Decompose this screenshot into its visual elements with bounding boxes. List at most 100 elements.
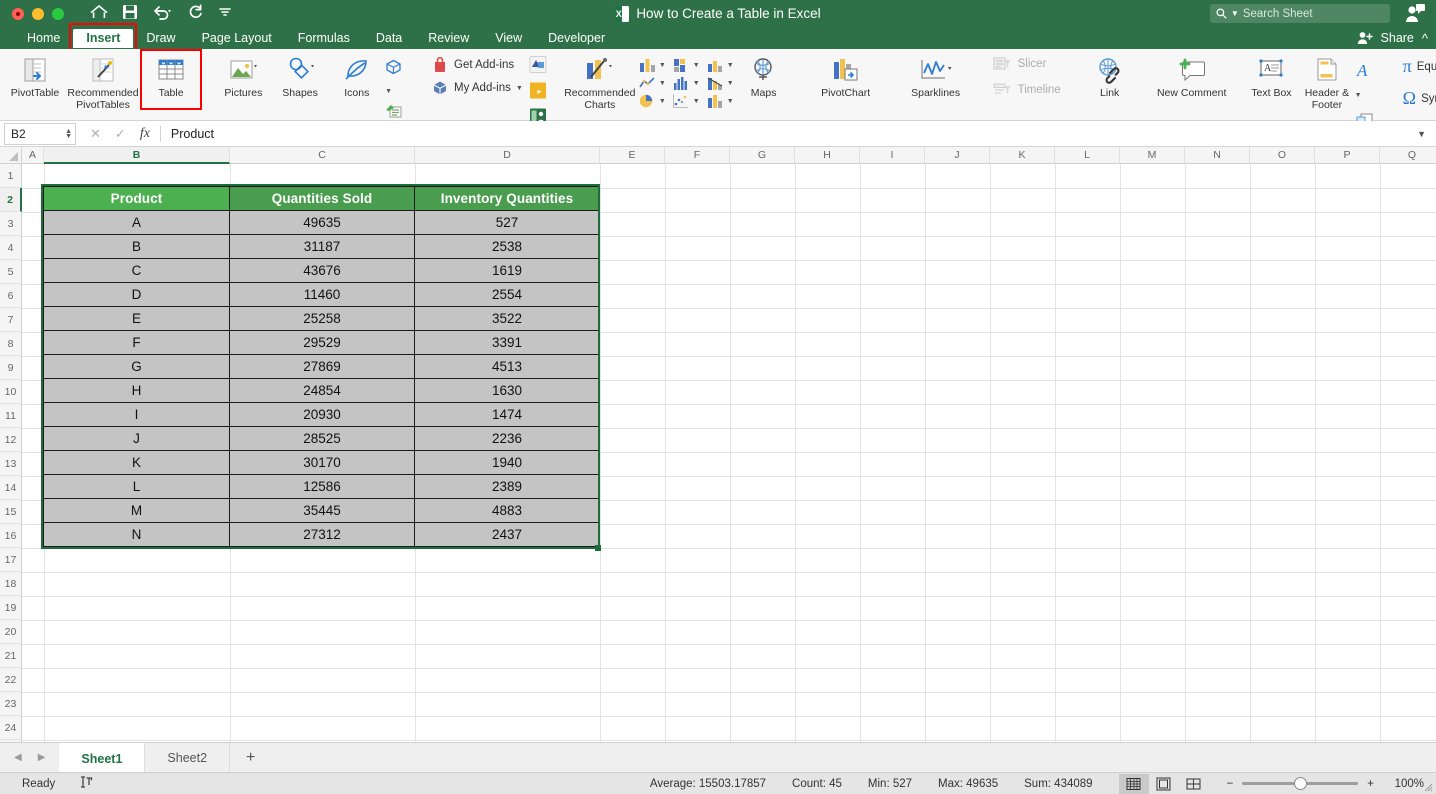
search-input[interactable] [1242,7,1384,20]
account-icon[interactable] [1404,3,1426,28]
row-header-18[interactable]: 18 [0,572,22,596]
row-header-8[interactable]: 8 [0,332,22,356]
tab-review[interactable]: Review [415,29,482,48]
row-header-6[interactable]: 6 [0,284,22,308]
header-footer-button[interactable]: Header & Footer [1299,51,1354,111]
new-comment-button[interactable]: New Comment [1154,51,1230,100]
column-header-J[interactable]: J [925,147,990,164]
tab-home[interactable]: Home [14,29,73,48]
share-label[interactable]: Share [1381,31,1414,45]
checkmark-icon[interactable]: ✓ [115,126,126,142]
accessibility-icon[interactable] [79,775,93,792]
row-header-23[interactable]: 23 [0,692,22,716]
symbol-button[interactable]: Ω Symbol [1400,87,1436,110]
pivottable-button[interactable]: PivotTable [5,51,65,100]
column-header-B[interactable]: B [44,147,230,164]
expand-formula-bar-icon[interactable]: ▼ [1417,129,1426,139]
table-cell[interactable]: A [43,210,230,235]
table-cell[interactable]: 20930 [229,402,415,427]
data-table[interactable]: Product Quantities Sold Inventory Quanti… [43,186,600,547]
name-box[interactable]: B2 ▲ ▼ [4,122,76,145]
slicer-button[interactable]: Slicer [990,55,1064,73]
timeline-button[interactable]: Timeline [990,81,1064,99]
table-cell[interactable]: 12586 [229,474,415,499]
row-header-9[interactable]: 9 [0,356,22,380]
column-header-G[interactable]: G [730,147,795,164]
window-controls[interactable] [12,7,64,20]
table-cell[interactable]: H [43,378,230,403]
column-header-P[interactable]: P [1315,147,1380,164]
previous-sheet-icon[interactable]: ◀ [14,752,22,763]
resize-grip-icon[interactable] [1423,782,1433,792]
search-chevron-down-icon[interactable]: ▼ [1231,9,1239,18]
text-box-button[interactable]: A Text Box [1244,51,1299,100]
column-header-I[interactable]: I [860,147,925,164]
table-cell[interactable]: 2236 [414,426,600,451]
chevron-down-icon[interactable]: ▼ [1355,92,1362,99]
row-header-12[interactable]: 12 [0,428,22,452]
table-cell[interactable]: 31187 [229,234,415,259]
table-cell[interactable]: 3522 [414,306,600,331]
page-layout-view-icon[interactable] [1149,774,1179,794]
table-cell[interactable]: 2538 [414,234,600,259]
3d-models-button[interactable]: ▼ [385,59,412,98]
table-cell[interactable]: 27312 [229,522,415,547]
chevron-down-icon[interactable]: ▼ [727,98,734,105]
share-area[interactable]: Share ^ [1357,27,1428,49]
waterfall-chart-button[interactable]: ▼ [672,57,700,73]
maps-button[interactable]: Maps [734,51,794,100]
chevron-down-icon[interactable]: ▼ [659,80,666,87]
scatter-chart-button[interactable]: ▼ [672,93,700,109]
stock-chart-button[interactable]: ▼ [706,75,734,91]
table-cell[interactable]: 3391 [414,330,600,355]
column-header-M[interactable]: M [1120,147,1185,164]
get-addins-button[interactable]: Get Add-ins [428,55,526,75]
column-header-K[interactable]: K [990,147,1055,164]
column-header-E[interactable]: E [600,147,665,164]
row-header-24[interactable]: 24 [0,716,22,740]
header-cell-inventory-quantities[interactable]: Inventory Quantities [414,186,600,211]
row-header-1[interactable]: 1 [0,164,22,188]
sheet-nav-arrows[interactable]: ◀ ▶ [0,743,59,772]
shapes-button[interactable]: Shapes [272,51,329,100]
redo-icon[interactable] [188,3,204,24]
customize-toolbar-icon[interactable] [218,5,232,23]
table-cell[interactable]: E [43,306,230,331]
column-header-A[interactable]: A [22,147,44,164]
header-cell-product[interactable]: Product [43,186,230,211]
chevron-down-icon[interactable]: ▼ [385,88,392,95]
table-cell[interactable]: 49635 [229,210,415,235]
minimize-window-icon[interactable] [32,7,44,20]
formula-input[interactable] [160,126,1418,141]
table-cell[interactable]: K [43,450,230,475]
table-cell[interactable]: 35445 [229,498,415,523]
table-cell[interactable]: N [43,522,230,547]
sheet-tab-sheet1[interactable]: Sheet1 [59,743,146,772]
chevron-down-icon[interactable]: ▼ [727,80,734,87]
table-cell[interactable]: 1630 [414,378,600,403]
chevron-down-icon[interactable]: ▼ [693,62,700,69]
statistic-chart-button[interactable]: ▼ [672,75,700,91]
tab-page-layout[interactable]: Page Layout [189,29,285,48]
recommended-pivottables-button[interactable]: Recommended PivotTables [65,51,141,111]
tab-developer[interactable]: Developer [535,29,618,48]
column-header-H[interactable]: H [795,147,860,164]
equation-button[interactable]: π Equation ▼ [1400,55,1436,78]
row-header-5[interactable]: 5 [0,260,22,284]
collapse-ribbon-icon[interactable]: ^ [1422,31,1428,46]
row-header-10[interactable]: 10 [0,380,22,404]
pivotchart-button[interactable]: PivotChart [808,51,884,100]
table-cell[interactable]: 4883 [414,498,600,523]
row-header-2[interactable]: 2 [0,188,22,212]
tab-insert[interactable]: Insert [69,22,138,53]
save-icon[interactable] [122,4,138,24]
next-sheet-icon[interactable]: ▶ [38,752,46,763]
row-header-3[interactable]: 3 [0,212,22,236]
cancel-icon[interactable]: ✕ [90,126,101,142]
table-cell[interactable]: C [43,258,230,283]
pictures-button[interactable]: Pictures [215,51,272,100]
row-header-16[interactable]: 16 [0,524,22,548]
undo-icon[interactable] [152,4,174,24]
table-cell[interactable]: 25258 [229,306,415,331]
table-cell[interactable]: 11460 [229,282,415,307]
